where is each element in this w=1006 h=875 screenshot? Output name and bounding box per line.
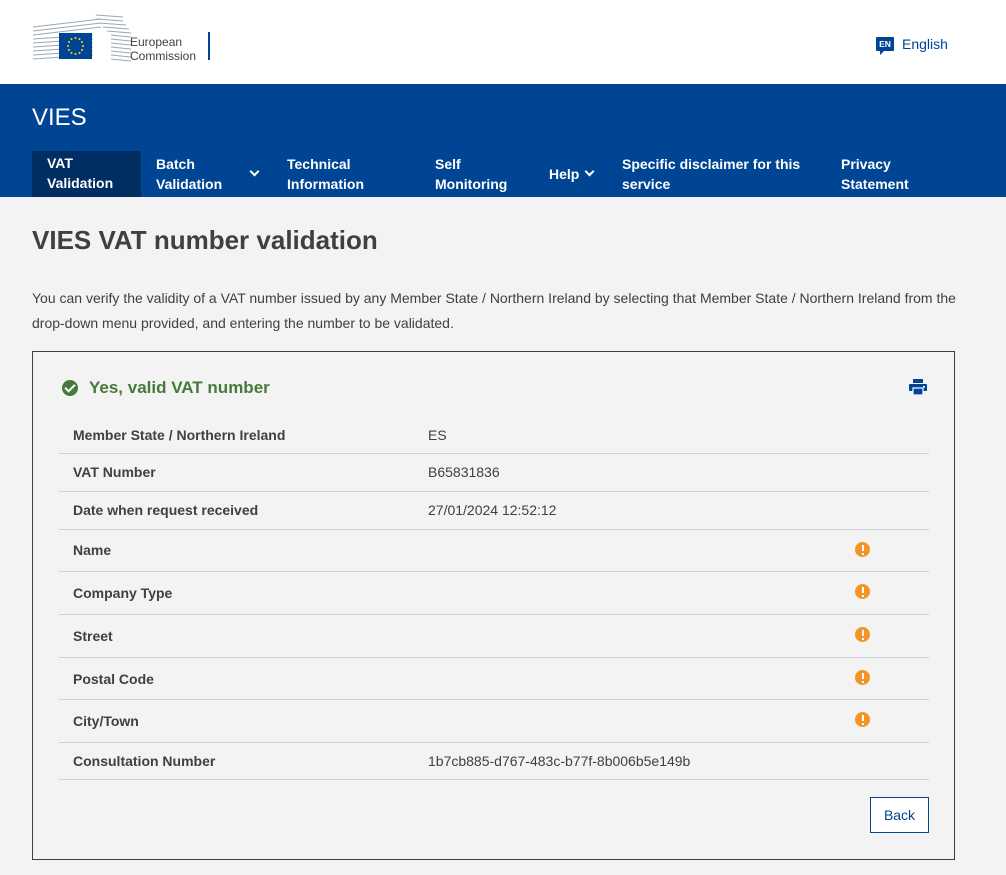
nav-item-self-monitoring[interactable]: Self Monitoring [435,151,525,197]
row-label: City/Town [73,713,139,729]
result-row-consultation-number: Consultation Number 1b7cb885-d767-483c-b… [59,743,929,780]
row-value: 27/01/2024 12:52:12 [428,502,557,518]
warning-icon[interactable] [855,542,870,557]
row-label: Name [73,542,112,558]
warning-icon[interactable] [855,670,870,685]
site-header: European Commission EN English [0,0,1006,84]
logo-line-2: Commission [130,49,197,63]
row-value: ES [428,427,447,443]
nav-item-privacy-statement[interactable]: Privacy Statement [841,151,941,197]
row-label: Company Type [73,585,173,601]
result-row-member-state: Member State / Northern Ireland ES [59,417,929,454]
nav-label-line-1: Technical [287,156,351,172]
nav-item-batch-validation[interactable]: Batch Validation [156,151,266,197]
language-label: English [902,36,948,52]
row-value: 1b7cb885-d767-483c-b77f-8b006b5e149b [428,753,691,769]
back-button[interactable]: Back [870,797,929,833]
result-row-street: Street [59,615,929,658]
row-label: Date when request received [73,502,259,518]
logo-text: European Commission [130,35,196,63]
warning-icon[interactable] [855,584,870,599]
result-row-date-received: Date when request received 27/01/2024 12… [59,492,929,530]
nav-label-line-2: Statement [841,176,909,192]
site-banner: VIES VAT Validation Batch Validation Tec… [0,84,1006,197]
warning-icon[interactable] [855,627,870,642]
nav-label-line-1: Privacy [841,156,891,172]
result-row-company-type: Company Type [59,572,929,615]
nav-item-technical-information[interactable]: Technical Information [287,151,407,197]
check-circle-icon [62,380,78,396]
nav-label-line-1: Specific disclaimer for this [622,156,801,172]
nav-label-line-1: VAT [47,155,73,171]
nav-label-line-2: service [622,176,671,192]
nav-item-vat-validation[interactable]: VAT Validation [32,151,141,197]
row-label: Postal Code [73,671,154,687]
nav-label-line-2: Validation [156,176,223,192]
nav-label-line-2: Information [287,176,364,192]
site-title[interactable]: VIES [32,104,87,132]
nav-label-line-2: Validation [47,175,114,191]
nav-item-specific-disclaimer[interactable]: Specific disclaimer for this service [622,151,822,197]
page-title: VIES VAT number validation [32,225,378,255]
row-label: VAT Number [73,464,156,480]
logo-line-1: European [130,35,183,49]
printer-icon[interactable] [909,379,927,395]
result-row-vat-number: VAT Number B65831836 [59,454,929,492]
validation-result-panel: Yes, valid VAT number Member State / Nor… [32,351,955,860]
logo-divider [208,32,210,60]
row-label: Consultation Number [73,753,216,769]
intro-text: You can verify the validity of a VAT num… [32,290,956,331]
language-selector[interactable]: EN English [876,36,948,55]
validation-status: Yes, valid VAT number [89,378,270,397]
row-label: Member State / Northern Ireland [73,427,286,443]
nav-label-line-1: Self [435,156,461,172]
result-row-city-town: City/Town [59,700,929,743]
result-row-postal-code: Postal Code [59,658,929,700]
row-divider [59,779,929,780]
language-icon: EN [876,37,894,55]
nav-item-help[interactable]: Help [549,151,609,197]
result-row-name: Name [59,530,929,572]
nav-label-line-2: Monitoring [435,176,508,192]
nav-label: Help [549,166,580,182]
warning-icon[interactable] [855,712,870,727]
row-label: Street [73,628,113,644]
row-value: B65831836 [428,464,500,480]
